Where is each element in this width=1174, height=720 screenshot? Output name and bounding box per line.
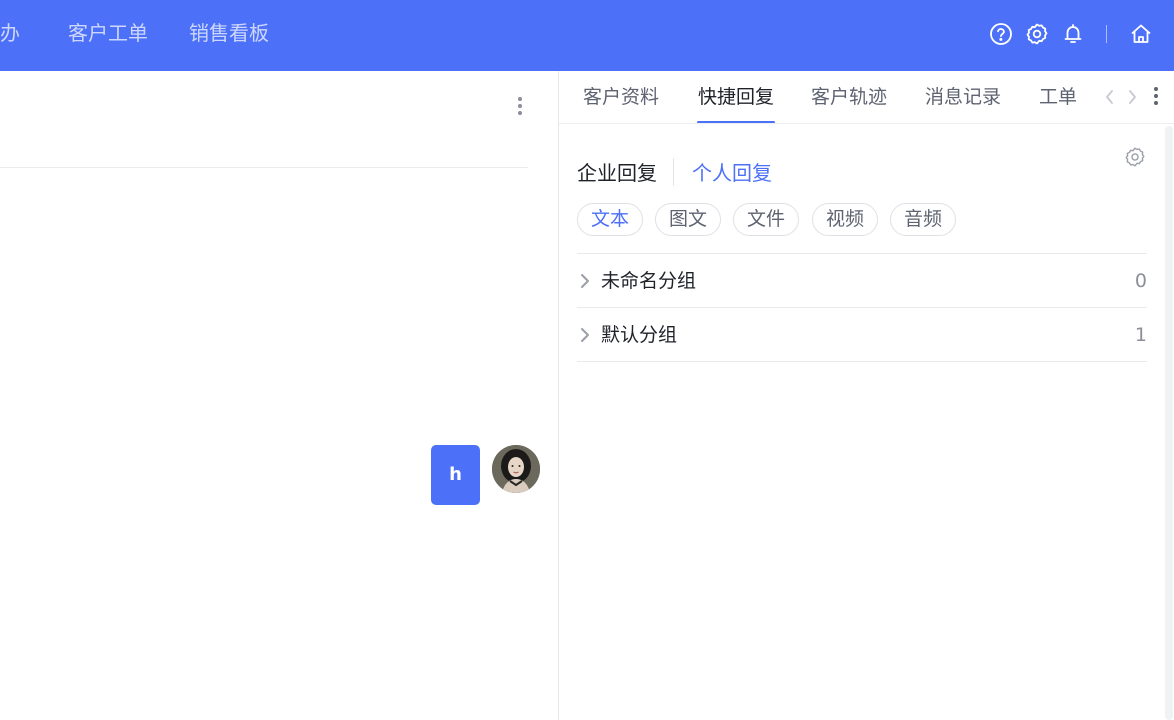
- tabs-divider: [559, 123, 1174, 124]
- tab-quick-reply[interactable]: 快捷回复: [698, 84, 774, 110]
- sub-tab-personal-reply[interactable]: 个人回复: [692, 159, 772, 187]
- settings-gear-icon[interactable]: [1123, 145, 1147, 169]
- tab-customer-track[interactable]: 客户轨迹: [811, 84, 887, 110]
- chevron-right-icon[interactable]: [1125, 86, 1139, 108]
- help-circle-icon[interactable]: [988, 21, 1014, 47]
- chat-header-divider: [0, 167, 528, 168]
- side-panel: 客户资料 快捷回复 客户轨迹 消息记录 工单 企业回复 个人回复 文本 图文 文…: [559, 71, 1174, 720]
- tabs-more-icon[interactable]: [1149, 84, 1163, 110]
- tab-message-history[interactable]: 消息记录: [925, 84, 1001, 110]
- tab-customer-profile[interactable]: 客户资料: [583, 84, 659, 110]
- group-count: 0: [1134, 270, 1147, 292]
- top-bar-divider: [1106, 25, 1107, 43]
- top-navigation-bar: 待办 客户工单 销售看板: [0, 0, 1174, 71]
- nav-item-sales-dashboard[interactable]: 销售看板: [189, 19, 269, 47]
- sub-tab-divider: [673, 158, 674, 186]
- list-item[interactable]: 未命名分组 0: [577, 254, 1147, 307]
- filter-chip-file[interactable]: 文件: [733, 203, 799, 236]
- bell-icon[interactable]: [1060, 21, 1086, 47]
- chat-more-menu-icon[interactable]: [510, 93, 530, 119]
- group-count: 1: [1134, 324, 1147, 346]
- gear-icon[interactable]: [1024, 21, 1050, 47]
- list-divider: [577, 361, 1147, 362]
- chat-message-bubble[interactable]: h: [431, 445, 480, 505]
- chat-panel: h: [0, 71, 558, 720]
- group-name: 默认分组: [601, 324, 678, 346]
- scrollbar[interactable]: [1165, 126, 1173, 720]
- tab-ticket[interactable]: 工单: [1039, 84, 1077, 110]
- group-name: 未命名分组: [601, 270, 697, 292]
- avatar[interactable]: [492, 445, 540, 493]
- filter-chip-rich-media[interactable]: 图文: [655, 203, 721, 236]
- home-icon[interactable]: [1128, 21, 1154, 47]
- filter-chip-video[interactable]: 视频: [812, 203, 878, 236]
- chevron-right-icon: [579, 326, 591, 344]
- list-item[interactable]: 默认分组 1: [577, 308, 1147, 361]
- filter-chip-text[interactable]: 文本: [577, 203, 643, 236]
- nav-item-todo[interactable]: 待办: [0, 19, 20, 47]
- sub-tab-enterprise-reply[interactable]: 企业回复: [577, 159, 657, 187]
- chevron-left-icon[interactable]: [1103, 86, 1117, 108]
- filter-chip-audio[interactable]: 音频: [890, 203, 956, 236]
- chevron-right-icon: [579, 272, 591, 290]
- nav-item-customer-tickets[interactable]: 客户工单: [68, 19, 148, 47]
